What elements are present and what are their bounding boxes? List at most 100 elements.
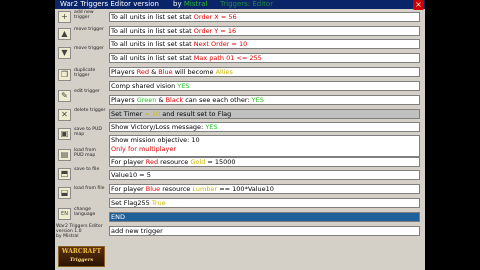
version-line-3: by Mistral: [56, 234, 79, 239]
trigger-text: True: [151, 199, 166, 207]
sidebar-label: save to file: [74, 167, 100, 172]
author-name: Mistral: [183, 0, 208, 8]
trigger-text: = 10: [144, 110, 161, 118]
sidebar-label: change language: [74, 207, 96, 217]
trigger-row[interactable]: Show Victory/Loss message: YES: [109, 122, 420, 132]
sidebar-label: save to PUD map: [74, 127, 102, 137]
trigger-row[interactable]: To all units in list set stat Next Order…: [109, 39, 420, 49]
trigger-text: To all units in list set stat: [111, 40, 194, 48]
sidebar-button-10[interactable]: EN change language: [57, 207, 107, 221]
close-button[interactable]: ×: [413, 0, 424, 10]
trigger-row[interactable]: Players Red & Blue will become Allies: [109, 67, 420, 77]
trigger-text: YES: [205, 123, 218, 131]
trigger-text: &: [156, 96, 166, 104]
trigger-text: &: [149, 68, 159, 76]
app-title: War2 Triggers Editor version: [60, 0, 159, 8]
sidebar-label: load from file: [74, 186, 105, 191]
sidebar-button-1[interactable]: ▲ move trigger: [57, 27, 107, 41]
trigger-text: Allies: [215, 68, 233, 76]
trigger-text: Show Victory/Loss message:: [111, 123, 206, 131]
sidebar-label: delete trigger: [74, 108, 106, 113]
trigger-text: = 10: [229, 40, 248, 48]
trigger-row[interactable]: Comp shared vision YES: [109, 81, 420, 91]
sidebar-button-2[interactable]: ▼ move trigger: [57, 46, 107, 60]
ghost-title: Triggers: Editor: [220, 0, 274, 8]
trigger-text: To all units in list set stat: [111, 54, 194, 62]
trigger-text: resource: [160, 185, 193, 193]
trigger-text: Order X: [193, 13, 219, 21]
trigger-text: and result set to Flag: [160, 110, 232, 118]
trigger-text: Red: [136, 68, 150, 76]
sidebar-button-3[interactable]: ❐ duplicate trigger: [57, 68, 107, 82]
trigger-text: Red: [145, 158, 159, 166]
trigger-row[interactable]: For player Red resource Gold = 15000: [109, 157, 420, 167]
trigger-text: Show mission objective: 10: [111, 136, 200, 144]
trigger-row[interactable]: Show mission objective: 10 Only for multi…: [109, 135, 420, 157]
warcraft-logo: WARCRAFT Triggers: [58, 246, 105, 267]
trigger-text: Blue: [145, 185, 161, 193]
title-bar: War2 Triggers Editor version by Mistral …: [55, 0, 425, 9]
trigger-text: END: [111, 213, 125, 221]
logo-top: WARCRAFT: [61, 248, 102, 255]
trigger-row[interactable]: Value10 = 5: [109, 170, 420, 180]
trigger-text: can see each other:: [183, 96, 252, 104]
sidebar-label: move trigger: [74, 27, 104, 32]
sidebar-label: duplicate trigger: [74, 68, 96, 78]
trigger-text: will become: [172, 68, 216, 76]
trigger-text: Max path 01: [193, 54, 235, 62]
sidebar-label: edit trigger: [74, 89, 100, 94]
load-file-icon: ⬓: [58, 187, 71, 199]
trigger-row[interactable]: Players Green & Black can see each other…: [109, 95, 420, 105]
trigger-text: resource: [158, 158, 191, 166]
trigger-text: == 100*Value10: [217, 185, 274, 193]
trigger-text: = 15000: [205, 158, 236, 166]
trigger-text: For player: [111, 185, 146, 193]
trigger-text: <= 255: [234, 54, 262, 62]
add-trigger-icon: +: [58, 11, 71, 23]
save-pud-icon: ▣: [58, 128, 71, 140]
sidebar-button-7[interactable]: ▤ load from PUD map: [57, 148, 107, 162]
sidebar-label: load from PUD map: [74, 148, 96, 158]
sidebar-label: add new trigger: [74, 10, 94, 20]
trigger-text: Set Flag255: [111, 199, 152, 207]
trigger-text: Lumber: [192, 185, 218, 193]
delete-icon: ✕: [58, 109, 71, 121]
trigger-row[interactable]: Set Flag255 True: [109, 198, 420, 208]
trigger-row[interactable]: END: [109, 212, 420, 222]
trigger-text: Green: [136, 96, 157, 104]
save-file-icon: ⬒: [58, 168, 71, 180]
trigger-text: Black: [165, 96, 184, 104]
sidebar-button-9[interactable]: ⬓ load from file: [57, 186, 107, 200]
sidebar-label: move trigger: [74, 46, 104, 51]
duplicate-icon: ❐: [58, 69, 71, 81]
sidebar-button-6[interactable]: ▣ save to PUD map: [57, 127, 107, 141]
trigger-row[interactable]: To all units in list set stat Max path 0…: [109, 53, 420, 63]
trigger-text: Blue: [158, 68, 173, 76]
load-pud-icon: ▤: [58, 149, 71, 161]
trigger-row[interactable]: To all units in list set stat Order X = …: [109, 12, 420, 22]
trigger-text: Next Order: [193, 40, 230, 48]
logo-bottom: Triggers: [69, 257, 94, 263]
move-down-icon: ▼: [58, 47, 71, 59]
trigger-row[interactable]: For player Blue resource Lumber == 100*V…: [109, 184, 420, 194]
sidebar-button-5[interactable]: ✕ delete trigger: [57, 108, 107, 122]
trigger-text: Order Y: [193, 27, 219, 35]
trigger-row[interactable]: Set Timer = 10 and result set to Flag: [109, 109, 420, 119]
trigger-text: Comp shared vision: [111, 82, 178, 90]
add-new-trigger-row[interactable]: add new trigger: [109, 226, 420, 236]
trigger-text: Value10 = 5: [111, 171, 151, 179]
trigger-text: Only for multiplayer: [111, 145, 177, 153]
trigger-text: To all units in list set stat: [111, 13, 194, 21]
sidebar-button-4[interactable]: ✎ edit trigger: [57, 89, 107, 103]
version-info: War2 Triggers Editor version 1.0 by Mist…: [56, 224, 106, 239]
sidebar-button-8[interactable]: ⬒ save to file: [57, 167, 107, 181]
trigger-text: YES: [251, 96, 264, 104]
trigger-text: Gold: [190, 158, 206, 166]
trigger-text: add new trigger: [111, 227, 163, 235]
trigger-text: = 56: [218, 13, 237, 21]
trigger-row[interactable]: To all units in list set stat Order Y = …: [109, 26, 420, 36]
trigger-text: For player: [111, 158, 146, 166]
trigger-text: Players: [111, 68, 137, 76]
by-label: by: [173, 0, 182, 8]
sidebar-button-0[interactable]: + add new trigger: [57, 10, 107, 24]
